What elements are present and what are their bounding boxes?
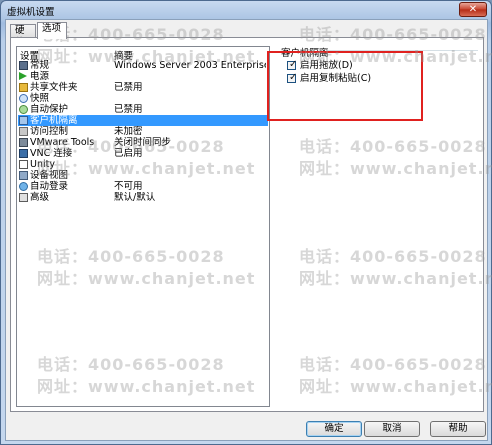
item-summary: 已禁用: [114, 82, 143, 93]
autoprotect-icon: [19, 105, 28, 114]
item-name: 自动登录: [30, 181, 69, 192]
help-button[interactable]: 帮助: [430, 421, 486, 437]
unity-icon: [19, 160, 28, 169]
list-item-snapshots[interactable]: 快照: [18, 93, 268, 104]
item-summary: 已禁用: [114, 104, 143, 115]
watermark-site: 网址：www.chanjet.net: [37, 47, 256, 66]
list-item-power[interactable]: 电源: [18, 71, 268, 82]
list-item-shared-folders[interactable]: 共享文件夹 已禁用: [18, 82, 268, 93]
guest-isolation-icon: [19, 116, 28, 125]
autologin-icon: [19, 182, 28, 191]
watermark-site: 网址：www.chanjet.net: [37, 159, 256, 178]
cancel-button[interactable]: 取消: [364, 421, 420, 437]
tab-options[interactable]: 选项: [37, 22, 67, 39]
item-name: 客户机隔离: [30, 115, 78, 126]
item-name: 自动保护: [30, 104, 69, 115]
ok-button[interactable]: 确定: [306, 421, 362, 437]
item-summary: 不可用: [114, 181, 143, 192]
item-name: 快照: [30, 93, 50, 104]
device-view-icon: [19, 171, 28, 180]
title-bar[interactable]: 虚拟机设置 ✕: [1, 1, 491, 19]
snapshot-icon: [19, 94, 28, 103]
watermark-phone: 电话：400-665-0028: [37, 247, 225, 266]
advanced-icon: [19, 193, 28, 202]
watermark-site: 网址：www.chanjet.net: [37, 377, 256, 396]
item-name: 共享文件夹: [30, 82, 78, 93]
watermark-site: 网址：www.chanjet.net: [299, 159, 492, 178]
watermark-site: 网址：www.chanjet.net: [299, 377, 492, 396]
list-item-guest-isolation[interactable]: 客户机隔离: [18, 115, 268, 126]
watermark-phone: 电话：400-665-0028: [299, 137, 487, 156]
watermark-site: 网址：www.chanjet.net: [299, 269, 492, 288]
power-icon: [19, 72, 27, 80]
item-name: 高级: [30, 192, 50, 203]
vm-settings-window: 虚拟机设置 ✕ 硬件 选项 设置 摘要 常规 Windows Server 20…: [0, 0, 492, 445]
watermark-site: 网址：www.chanjet.net: [299, 47, 492, 66]
close-button[interactable]: ✕: [459, 2, 487, 17]
list-item-autologin[interactable]: 自动登录 不可用: [18, 181, 268, 192]
list-item-advanced[interactable]: 高级 默认/默认: [18, 192, 268, 203]
watermark-phone: 电话：400-665-0028: [37, 137, 225, 156]
watermark-phone: 电话：400-665-0028: [299, 355, 487, 374]
vnc-icon: [19, 149, 28, 158]
vmware-tools-icon: [19, 138, 28, 147]
item-name: 电源: [30, 71, 50, 82]
watermark-site: 网址：www.chanjet.net: [37, 269, 256, 288]
tab-hardware[interactable]: 硬件: [10, 24, 36, 48]
watermark-phone: 电话：400-665-0028: [299, 25, 487, 44]
watermark-phone: 电话：400-665-0028: [37, 355, 225, 374]
window-title: 虚拟机设置: [7, 7, 55, 18]
list-item-autoprotect[interactable]: 自动保护 已禁用: [18, 104, 268, 115]
item-summary: 默认/默认: [114, 192, 156, 203]
shared-folder-icon: [19, 83, 28, 92]
access-control-icon: [19, 127, 28, 136]
general-icon: [19, 61, 28, 70]
close-icon: ✕: [468, 4, 478, 15]
watermark-phone: 电话：400-665-0028: [299, 247, 487, 266]
